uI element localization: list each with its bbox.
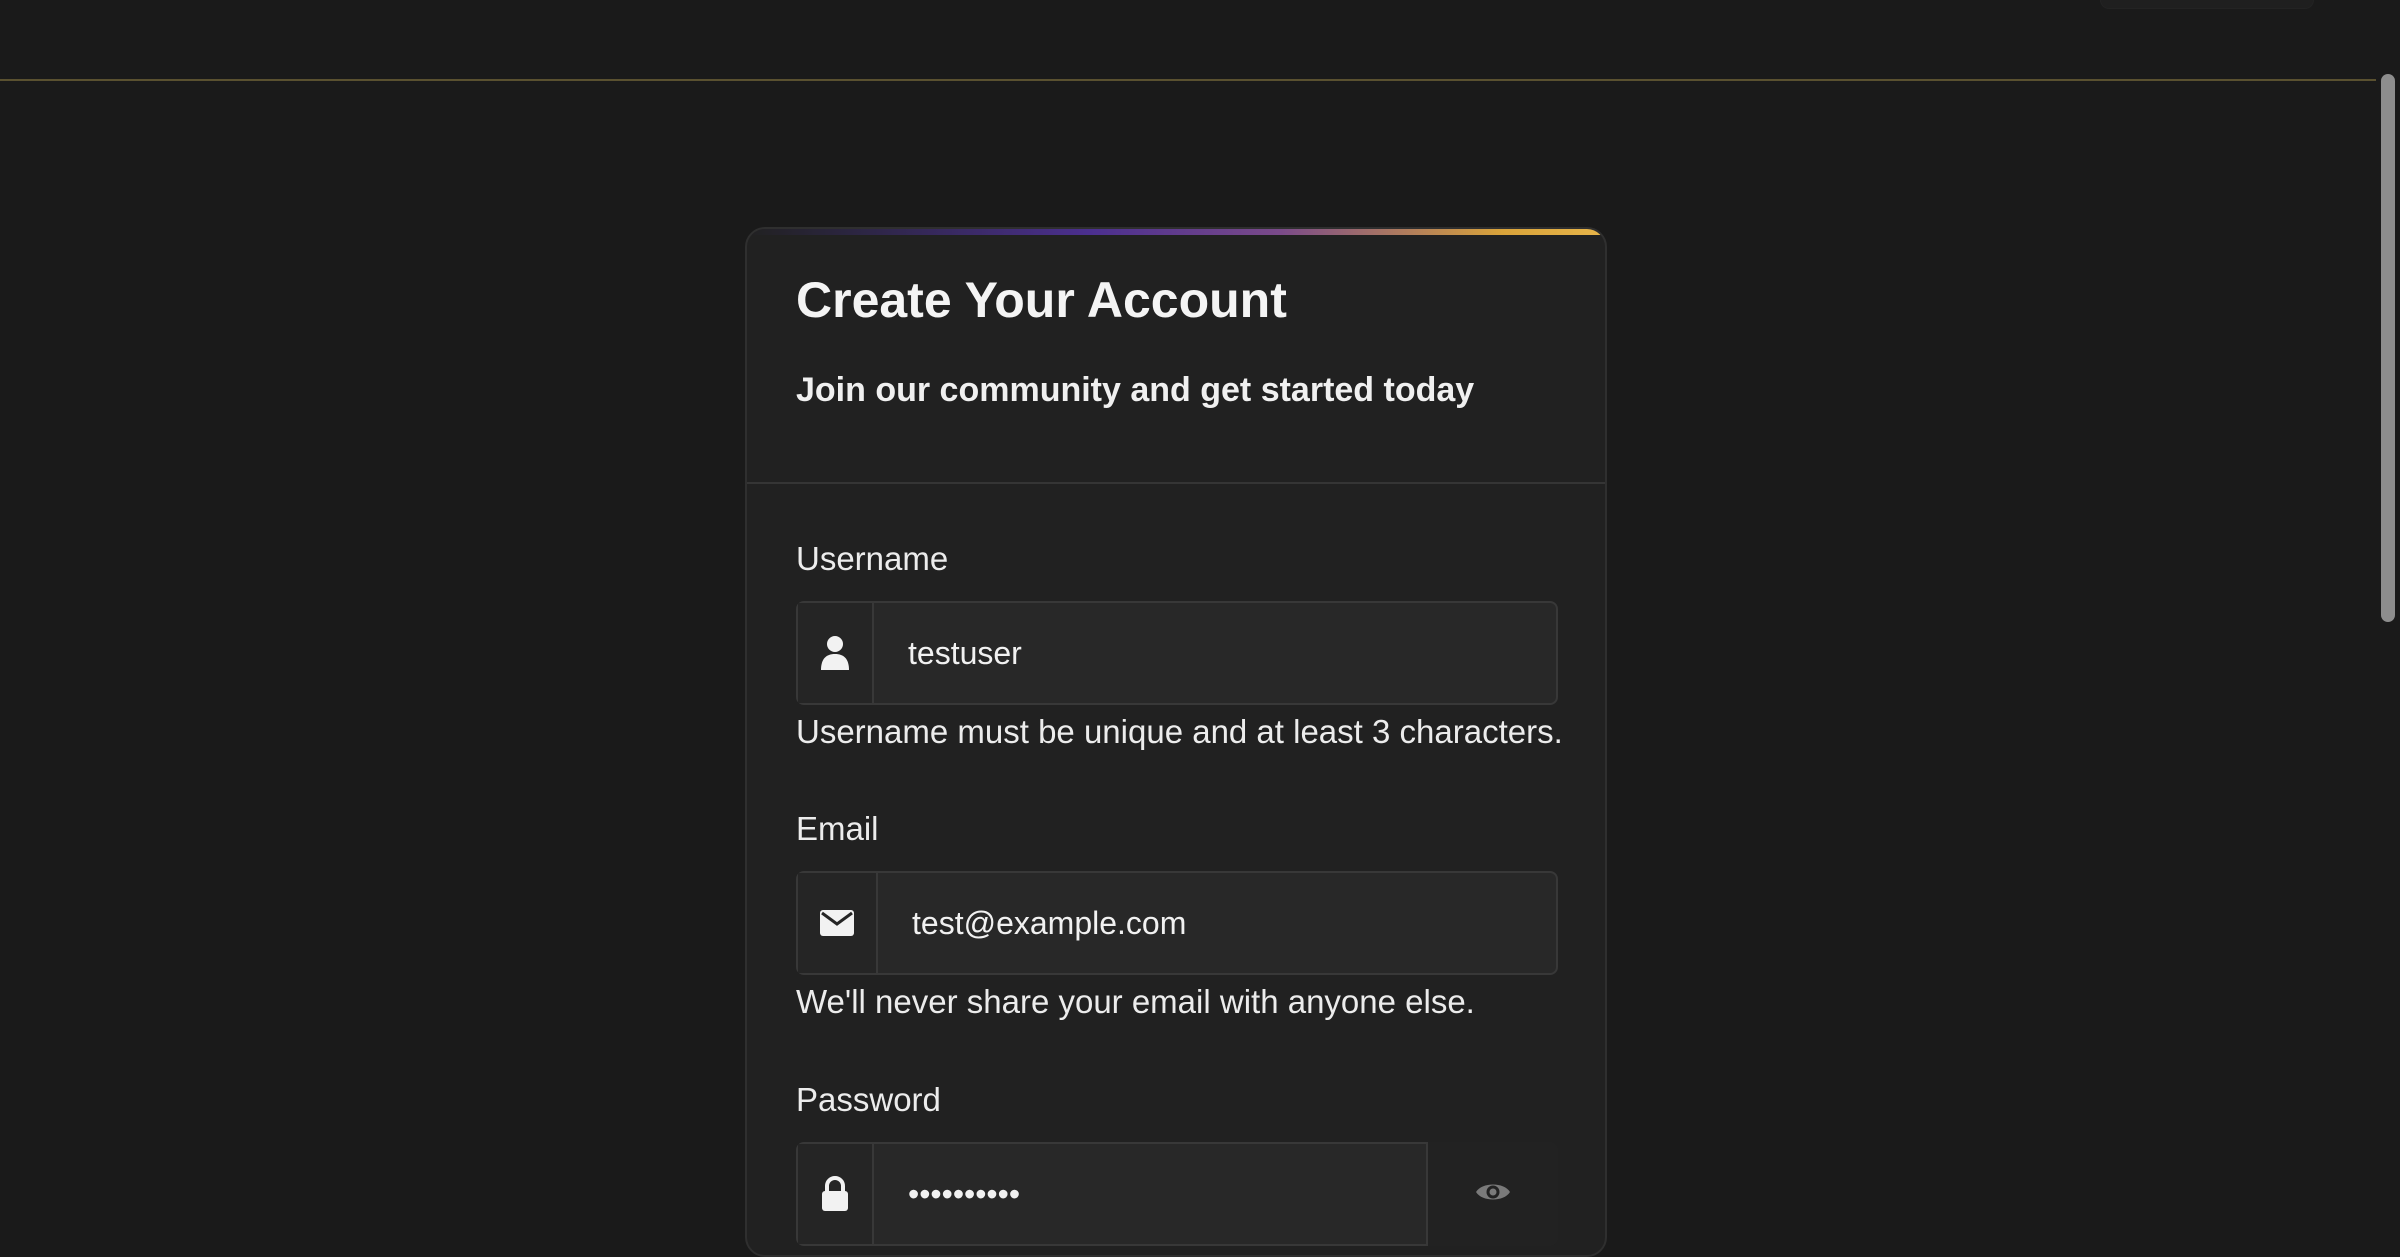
username-input-group: testuser [796,601,1558,705]
toggle-password-button[interactable] [1428,1142,1558,1246]
navbar-dropdown-edge[interactable] [2100,0,2314,9]
password-input[interactable]: •••••••••• [874,1144,1426,1244]
password-input-group: •••••••••• [796,1142,1428,1246]
eye-icon [1475,1180,1511,1209]
email-label: Email [796,810,879,847]
scrollbar-thumb[interactable] [2381,74,2395,622]
top-navbar [0,0,2376,81]
signup-card: Create Your Account Join our community a… [745,227,1607,1257]
page-subtitle: Join our community and get started today [796,371,1475,409]
email-input-group: test@example.com [796,871,1558,975]
username-label: Username [796,540,949,577]
envelope-icon [798,873,878,973]
username-input[interactable]: testuser [874,603,1556,703]
user-icon [798,603,874,703]
email-help-text: We'll never share your email with anyone… [796,983,1475,1020]
lock-icon [798,1144,874,1244]
email-input[interactable]: test@example.com [878,873,1556,973]
page-scrollbar[interactable] [2376,0,2400,1244]
card-header: Create Your Account Join our community a… [747,235,1605,484]
page-title: Create Your Account [796,272,1287,328]
username-help-text: Username must be unique and at least 3 c… [796,713,1563,750]
password-label: Password [796,1081,941,1118]
